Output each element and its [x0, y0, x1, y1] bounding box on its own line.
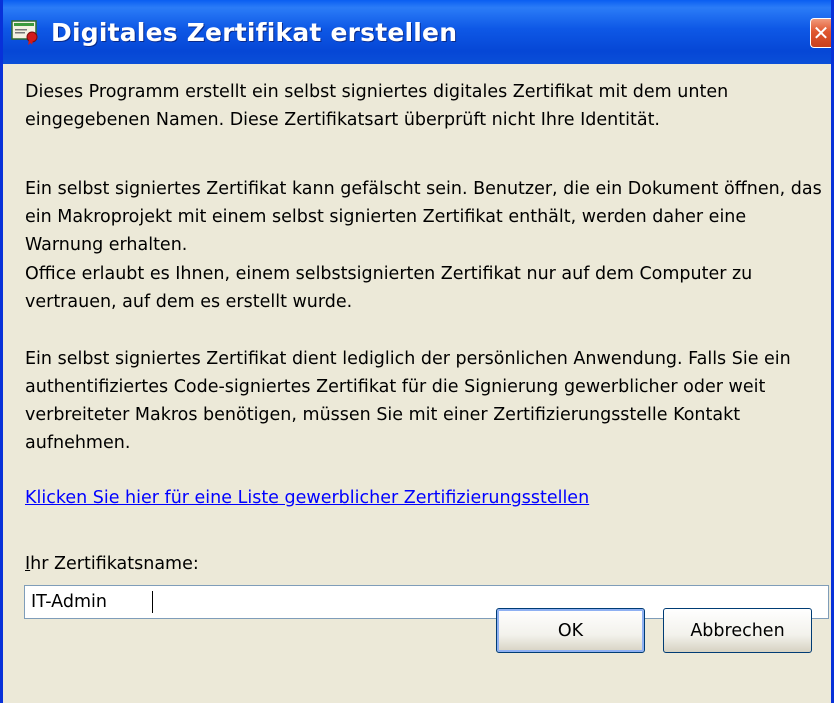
- window-title: Digitales Zertifikat erstellen: [51, 17, 458, 47]
- text-caret: [152, 591, 153, 613]
- label-text: hr Zertifikatsname:: [30, 554, 199, 574]
- trust-text: Office erlaubt es Ihnen, einem selbstsig…: [25, 264, 753, 312]
- certificate-icon: [11, 19, 41, 45]
- usage-text: Ein selbst signiertes Zertifikat dient l…: [25, 349, 791, 453]
- close-icon[interactable]: ✕: [810, 18, 831, 48]
- dialog-window: Digitales Zertifikat erstellen ✕ Dieses …: [0, 0, 834, 703]
- title-bar[interactable]: Digitales Zertifikat erstellen ✕: [3, 0, 831, 64]
- ok-button[interactable]: OK: [496, 608, 645, 653]
- cancel-button[interactable]: Abbrechen: [663, 608, 812, 653]
- ca-list-link[interactable]: Klicken Sie hier für eine Liste gewerbli…: [25, 488, 589, 508]
- certificate-name-label: Ihr Zertifikatsname:: [25, 554, 199, 574]
- warning-text: Ein selbst signiertes Zertifikat kann ge…: [25, 179, 822, 255]
- ca-list-link-row: Klicken Sie hier für eine Liste gewerbli…: [25, 484, 825, 512]
- intro-text: Dieses Programm erstellt ein selbst sign…: [25, 82, 729, 130]
